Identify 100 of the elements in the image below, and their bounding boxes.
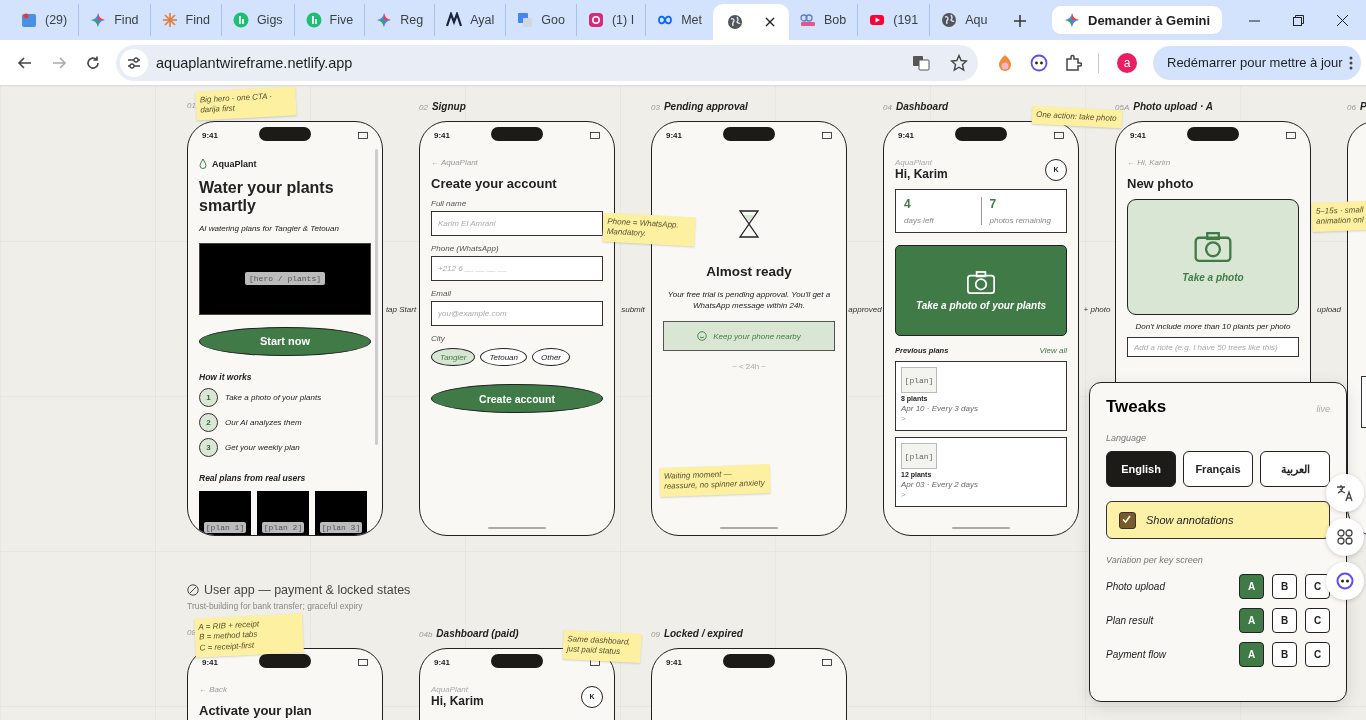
sticky-note: 5–15s · small animation onl	[1311, 201, 1366, 232]
screen-heading: Activate your plan	[199, 703, 313, 718]
screen-title: P	[1359, 101, 1366, 112]
new-tab-icon[interactable]	[1012, 14, 1027, 28]
create-account-button[interactable]: Create account	[431, 384, 603, 413]
placeholder-label: [plan 2]	[261, 522, 305, 533]
browser-tab[interactable]: (191	[857, 4, 930, 36]
browser-tab[interactable]: Goo	[505, 4, 576, 36]
language-option[interactable]: العربية	[1260, 451, 1330, 487]
status-time: 9:41	[434, 657, 450, 667]
city-chip[interactable]: Tangier	[431, 348, 476, 366]
status-time: 9:41	[1130, 130, 1146, 140]
step-number: 2	[199, 413, 218, 432]
app-name: AquaPlant	[895, 158, 933, 167]
tagline: AI watering plans for Tangier & Tetouan	[199, 223, 340, 233]
puzzle-icon	[1064, 53, 1082, 72]
plan-details: Apr 10 · Every 3 days	[901, 404, 978, 413]
browser-tab[interactable]: (1) I	[575, 4, 646, 36]
scrollbar[interactable]	[375, 149, 378, 445]
hourglass-icon	[738, 210, 760, 238]
city-chip[interactable]: Other	[532, 348, 571, 366]
take-photo-button[interactable]: Take a photo	[1127, 199, 1299, 315]
gemini-button[interactable]: Demander à Gemini	[1052, 6, 1223, 34]
dark-logo-icon	[446, 12, 463, 28]
browser-tab[interactable]: Bob	[788, 4, 858, 36]
text-field[interactable]: Karim El Amrani	[431, 211, 603, 236]
smile-icon	[697, 331, 708, 342]
burst-icon	[161, 12, 178, 28]
status-time: 9:41	[434, 130, 450, 140]
variant-option[interactable]: C	[1305, 608, 1330, 633]
phone-notch	[259, 654, 311, 668]
text-field[interactable]: you@example.com	[431, 301, 603, 326]
home-indicator	[488, 527, 546, 529]
update-button[interactable]: Redémarrer pour mettre à jour	[1153, 45, 1361, 80]
variant-option[interactable]: A	[1239, 642, 1264, 667]
bubbles-icon	[799, 12, 816, 28]
view-all-link[interactable]: View all	[1039, 346, 1067, 355]
assistant-button[interactable]	[1326, 562, 1364, 600]
variant-option[interactable]: A	[1239, 608, 1264, 633]
plan-details: Apr 03 · Every 2 days	[901, 480, 978, 489]
variant-option[interactable]: C	[1305, 642, 1330, 667]
browser-tab[interactable]: (29)	[10, 4, 79, 36]
close-tab-icon[interactable]	[764, 17, 775, 27]
eta-text: ~ < 24h ~	[732, 362, 766, 372]
star-icon	[950, 53, 968, 72]
flow-label: upload	[1317, 305, 1341, 314]
greeting: Hi, Karim	[895, 167, 948, 181]
browser-tab[interactable]: Find	[149, 4, 221, 36]
variant-option[interactable]: A	[1239, 574, 1264, 599]
translate-icon	[1336, 484, 1354, 502]
annotations-toggle[interactable]: Show annotations	[1106, 501, 1330, 539]
status-time: 9:41	[898, 130, 914, 140]
city-chip[interactable]: Tetouan	[480, 348, 527, 366]
site-settings-button[interactable]	[120, 48, 148, 77]
browser-tab[interactable]: Gigs	[220, 4, 294, 36]
stat-label: photos remaining	[989, 216, 1052, 225]
browser-tab[interactable]: Find	[78, 4, 150, 36]
translate-icon	[517, 12, 534, 28]
browser-tab[interactable]: Ayal	[434, 4, 506, 36]
section-subtitle: Trust-building for bank transfer; graceful expiry	[187, 601, 363, 611]
browser-tab[interactable]: Aqu	[929, 4, 999, 36]
variant-option[interactable]: C	[1305, 574, 1330, 599]
plan-thumbnail: [plan]	[901, 367, 937, 393]
address-bar[interactable]: aquaplantwireframe.netlify.app	[116, 44, 978, 81]
start-button[interactable]: Start now	[199, 326, 371, 356]
headline: Water your plants smartly	[199, 179, 335, 216]
phone-notch	[955, 127, 1007, 141]
checkbox[interactable]	[1119, 511, 1136, 529]
phone-notch	[723, 654, 775, 668]
field-label: Phone (WhatsApp)	[431, 244, 500, 253]
app-name: AquaPlant	[431, 685, 469, 694]
screen-title: Photo upload · A	[1133, 101, 1213, 112]
variant-option[interactable]: B	[1272, 608, 1297, 633]
play-icon	[869, 12, 886, 28]
browser-tab[interactable]: Five	[293, 4, 365, 36]
variant-option[interactable]: B	[1272, 642, 1297, 667]
restore-icon	[1292, 14, 1304, 26]
profile-avatar[interactable]: a	[1117, 52, 1137, 73]
screen-number: 04b	[419, 630, 433, 639]
sparkle-icon	[1064, 12, 1080, 28]
text-field[interactable]: +212 6 __ __ __ __	[431, 256, 603, 281]
sticky-note: Big hero · one CTA · darija first	[195, 86, 297, 121]
browser-tab[interactable]: Met	[645, 4, 713, 36]
flow-label: approved	[848, 305, 882, 314]
battery-icon	[358, 131, 368, 139]
close-icon	[1336, 14, 1348, 26]
screen-title: Signup	[431, 101, 466, 112]
language-option[interactable]: Français	[1183, 451, 1253, 487]
browser-tab[interactable]: Reg	[364, 4, 435, 36]
language-option[interactable]: English	[1106, 451, 1176, 487]
screen-heading: New photo	[1127, 176, 1195, 191]
variant-option[interactable]: B	[1272, 574, 1297, 599]
browser-tab[interactable]	[712, 4, 789, 40]
screen-number: 06	[1347, 103, 1356, 112]
status-message: Your free trial is pending approval. You'll get a WhatsApp message within 24h.	[666, 289, 832, 312]
sticky-note: Same dashboard, just paid status	[562, 630, 642, 663]
placeholder-label: [plan 3]	[319, 522, 363, 533]
note-field[interactable]: Add a note (e.g. I have 50 trees like this)	[1127, 337, 1299, 357]
take-photo-button[interactable]: Take a photo of your plants	[895, 245, 1067, 336]
globe-icon	[726, 14, 743, 30]
